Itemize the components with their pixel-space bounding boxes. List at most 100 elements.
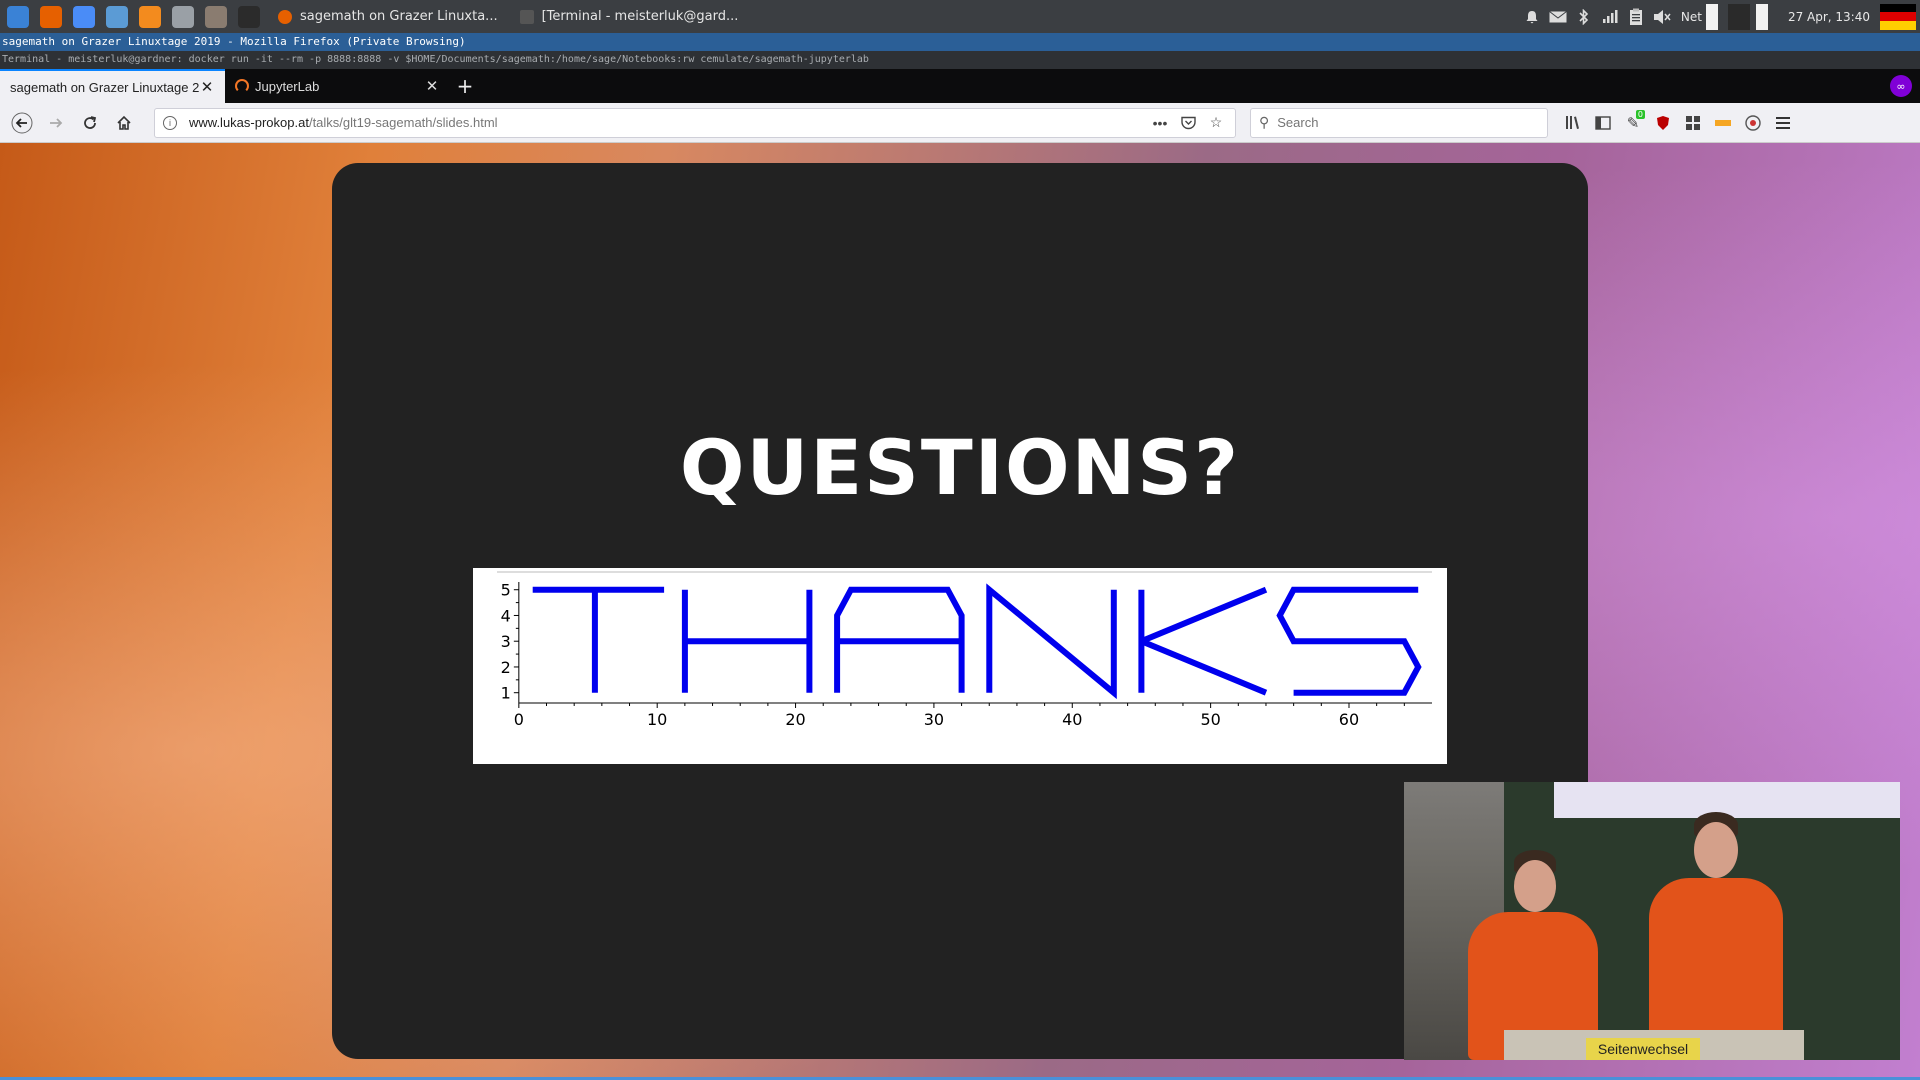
extension-ad-blocker-icon[interactable]: ✎ 0	[1618, 108, 1648, 138]
browser-tab-strip: sagemath on Grazer Linuxtage 20 ✕ Jupyte…	[0, 69, 1920, 103]
library-icon[interactable]	[1558, 108, 1588, 138]
browser-tab-jupyterlab[interactable]: JupyterLab ✕	[225, 69, 450, 103]
extension-ublock-shield-icon[interactable]	[1648, 108, 1678, 138]
url-path: /talks/glt19-sagemath/slides.html	[308, 115, 498, 130]
network-graph-icon	[1705, 3, 1768, 30]
terminal-icon	[519, 9, 534, 24]
home-icon	[117, 115, 131, 130]
back-arrow-icon	[11, 112, 33, 133]
bookmark-star-icon[interactable]: ☆	[1205, 112, 1227, 134]
firefox-icon	[278, 9, 292, 24]
extension-grid-icon[interactable]	[1678, 108, 1708, 138]
launcher-sublime-text[interactable]	[135, 4, 165, 30]
sidebar-toggle-icon[interactable]	[1588, 108, 1618, 138]
firefox-icon	[40, 5, 62, 28]
launcher-file-manager[interactable]	[168, 4, 198, 30]
launcher-mail[interactable]	[102, 4, 132, 30]
launcher-gimp[interactable]	[201, 4, 231, 30]
volume-muted-icon[interactable]	[1653, 8, 1671, 26]
launcher-bar	[0, 4, 264, 30]
y-tick-label: 1	[501, 684, 511, 703]
home-button[interactable]	[108, 107, 140, 139]
y-tick-label: 4	[501, 606, 511, 625]
gimp-icon	[205, 5, 227, 28]
plot-series-line-11	[1276, 586, 1422, 696]
file-manager-icon	[172, 5, 194, 28]
thanks-plot-svg: 0 10 20 30 40 50 60 1 2 3 4 5	[497, 571, 1432, 729]
tab-label: JupyterLab	[255, 78, 320, 94]
launcher-terminal[interactable]	[234, 4, 264, 30]
sublime-text-icon	[139, 5, 161, 28]
page-actions-menu-icon[interactable]: •••	[1149, 112, 1171, 134]
browser-toolbar-icons: ✎ 0	[1558, 108, 1798, 138]
speaker-webcam-video: Seitenwechsel	[1404, 782, 1900, 1060]
forward-arrow-icon	[50, 117, 63, 128]
y-tick-label: 5	[501, 581, 511, 600]
signal-strength-icon[interactable]	[1601, 8, 1619, 26]
search-bar[interactable]: ⚲	[1250, 107, 1548, 138]
x-tick-label: 50	[1200, 710, 1220, 729]
plot-series-line-9	[1140, 586, 1268, 644]
jupyter-favicon-icon	[235, 79, 249, 93]
terminal-window-title[interactable]: Terminal - meisterluk@gardner: docker ru…	[0, 51, 1920, 69]
presentation-slide: QUESTIONS? 0 10 20 30 40 50 60 1 2 3 4 5	[332, 163, 1588, 1059]
notification-bell-icon[interactable]	[1523, 8, 1541, 26]
panel-clock[interactable]: 27 Apr, 13:40	[1788, 10, 1870, 24]
browser-navigation-bar: i www.lukas-prokop.at/talks/glt19-sagema…	[0, 103, 1920, 143]
keyboard-layout-de-flag-icon[interactable]	[1880, 3, 1916, 30]
mail-icon	[106, 5, 128, 28]
url-host: www.lukas-prokop.at	[189, 115, 309, 130]
pocket-icon[interactable]	[1177, 112, 1199, 134]
x-tick-label: 60	[1339, 710, 1359, 729]
xfce-mouse-icon	[7, 5, 29, 28]
thanks-plot: 0 10 20 30 40 50 60 1 2 3 4 5	[473, 568, 1447, 764]
taskbar-item-terminal[interactable]: [Terminal - meisterluk@gard...	[512, 0, 747, 33]
url-bar[interactable]: i www.lukas-prokop.at/talks/glt19-sagema…	[154, 107, 1236, 138]
x-tick-label: 30	[924, 710, 944, 729]
new-tab-button[interactable]: +	[450, 69, 480, 103]
browser-tab-sagemath[interactable]: sagemath on Grazer Linuxtage 20 ✕	[0, 69, 225, 103]
back-button[interactable]	[6, 107, 38, 139]
clipboard-icon[interactable]	[1627, 8, 1645, 26]
webcam-projector-screen	[1554, 782, 1900, 818]
plot-series-line-7	[986, 583, 1117, 700]
hamburger-menu-icon[interactable]	[1768, 108, 1798, 138]
forward-button[interactable]	[40, 107, 72, 139]
close-tab-icon[interactable]: ✕	[424, 78, 440, 95]
tab-label: sagemath on Grazer Linuxtage 20	[10, 79, 199, 95]
top-panel: sagemath on Grazer Linuxta... [Terminal …	[0, 0, 1920, 33]
search-input[interactable]	[1277, 115, 1539, 130]
mail-icon[interactable]	[1549, 8, 1567, 26]
taskbar-item-label: [Terminal - meisterluk@gard...	[541, 9, 739, 24]
search-icon: ⚲	[1259, 114, 1270, 130]
y-tick-label: 3	[501, 632, 511, 651]
network-label[interactable]: Net	[1681, 10, 1702, 24]
reload-icon	[84, 115, 97, 129]
y-tick-label: 2	[501, 658, 511, 677]
taskbar-item-label: sagemath on Grazer Linuxta...	[300, 9, 498, 24]
close-tab-icon[interactable]: ✕	[199, 79, 215, 96]
launcher-firefox[interactable]	[36, 4, 66, 30]
plot-series-line-10	[1140, 638, 1268, 696]
x-tick-label: 40	[1062, 710, 1082, 729]
x-tick-label: 10	[647, 710, 667, 729]
x-tick-label: 0	[514, 710, 524, 729]
extension-orange-bar-icon[interactable]	[1708, 108, 1738, 138]
x-tick-label: 20	[785, 710, 805, 729]
extension-privacy-icon[interactable]	[1738, 108, 1768, 138]
extension-badge: 0	[1635, 109, 1645, 119]
private-browsing-mask-icon: ∞	[1890, 75, 1912, 97]
system-tray: Net 27 Apr, 13:40	[1519, 0, 1920, 33]
site-info-icon[interactable]: i	[163, 115, 177, 130]
slide-title: QUESTIONS?	[679, 423, 1241, 512]
terminal-icon	[238, 5, 260, 28]
launcher-xfce-mouse[interactable]	[3, 4, 33, 30]
reload-button[interactable]	[74, 107, 106, 139]
launcher-chromium[interactable]	[69, 4, 99, 30]
speaker-head-right	[1694, 822, 1738, 878]
bluetooth-icon[interactable]	[1575, 8, 1593, 26]
firefox-window-title[interactable]: sagemath on Grazer Linuxtage 2019 - Mozi…	[0, 33, 1920, 51]
webcam-lectern-sign: Seitenwechsel	[1586, 1038, 1700, 1060]
speaker-head-left	[1514, 860, 1556, 912]
taskbar-item-firefox[interactable]: sagemath on Grazer Linuxta...	[270, 0, 506, 33]
